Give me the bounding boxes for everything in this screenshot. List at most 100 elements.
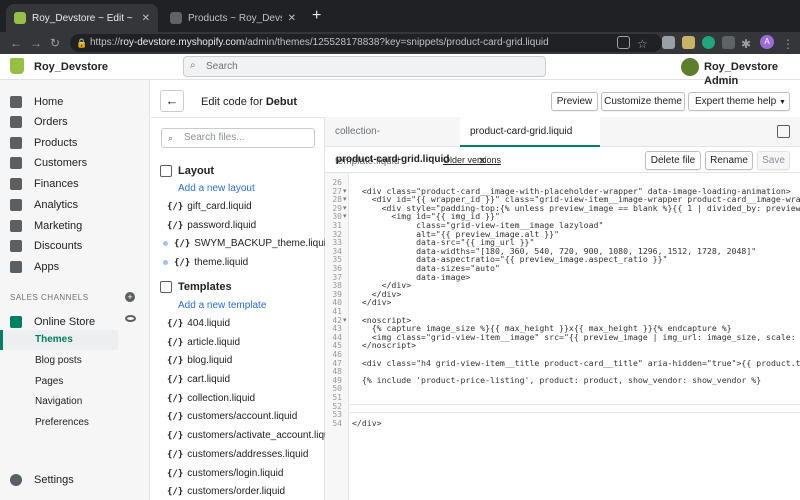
lock-icon[interactable]: 🔒 [76,35,87,51]
url-domain: roy-devstore.myshopify.com [120,37,245,48]
admin-avatar[interactable] [681,58,699,76]
file-name: gift_card.liquid [187,201,252,212]
new-tab-icon[interactable]: + [312,6,321,26]
sidebar-subitem-themes[interactable]: Themes [0,330,118,350]
save-button[interactable]: Save [757,151,790,170]
file-item[interactable]: {/} cart.liquid [163,373,325,387]
expert-help-button[interactable]: Expert theme help ▼ [688,92,790,111]
fold-arrow-icon[interactable]: ▾ [343,316,347,325]
older-versions-link[interactable]: Older versions [443,154,501,166]
sidebar-item-marketing[interactable]: Marketing [10,216,82,236]
file-item[interactable]: {/} gift_card.liquid [163,200,325,214]
sidebar-subitem-navigation[interactable]: Navigation [0,392,118,412]
file-item-modified[interactable]: {/} theme.liquid [163,256,325,270]
sidebar-item-settings[interactable]: Settings [10,470,74,490]
liquid-file-icon: {/} [167,221,184,231]
file-item[interactable]: {/} customers/order.liquid [163,485,325,499]
file-item[interactable]: {/} customers/addresses.liquid [163,448,325,462]
sidebar-item-label: Apps [34,261,60,273]
file-item[interactable]: {/} collection.liquid [163,392,325,406]
finances-icon [10,178,22,190]
liquid-file-icon: {/} [167,412,184,422]
code-line[interactable]: {% include 'product-price-listing', prod… [352,376,800,385]
layout-folder[interactable]: Layout [160,163,214,179]
liquid-file-icon: {/} [167,319,184,329]
file-item[interactable]: {/} article.liquid [163,336,325,350]
sidebar-subitem-preferences[interactable]: Preferences [0,413,118,433]
view-store-eye-icon[interactable] [125,315,136,322]
sidebar-item-finances[interactable]: Finances [10,174,79,194]
preview-button[interactable]: Preview [551,92,598,111]
search-icon: ⌕ [168,133,174,143]
fold-arrow-icon[interactable]: ▾ [343,212,347,221]
code-line[interactable]: </div> [352,298,800,307]
profile-avatar[interactable]: A [760,35,774,49]
file-search-input[interactable]: Search files... [161,128,315,148]
shopify-favicon-icon [170,12,182,24]
reload-icon[interactable]: ↻ [50,34,60,52]
admin-account-name[interactable]: Roy_Devstore Admin [704,60,800,88]
sidebar-item-customers[interactable]: Customers [10,153,87,173]
analytics-icon [10,199,22,211]
back-arrow-icon[interactable]: ← [10,34,22,52]
sidebar-item-apps[interactable]: Apps [10,257,59,277]
back-button[interactable]: ← [160,90,184,112]
add-layout-link[interactable]: Add a new layout [178,182,255,196]
sidebar-item-home[interactable]: Home [10,92,63,112]
close-tab-icon[interactable]: ✕ [142,13,150,24]
liquid-file-icon: {/} [167,202,184,212]
share-icon[interactable] [617,36,630,49]
browser-tab[interactable]: Products ~ Roy_Devstore ✕ [162,4,304,32]
file-item[interactable]: {/} customers/account.liquid [163,410,325,424]
sidebar-item-online-store[interactable]: Online Store [10,312,95,332]
folder-label: Templates [178,281,232,293]
templates-folder[interactable]: Templates [160,279,232,295]
sidebar-item-products[interactable]: Products [10,133,77,153]
modified-dot-icon [163,259,168,265]
close-tab-icon[interactable]: ✕ [288,13,296,24]
admin-search-input[interactable]: Search [183,56,546,77]
file-item[interactable]: {/} password.liquid [163,219,325,233]
sidebar-item-orders[interactable]: Orders [10,112,68,132]
extension-icon[interactable] [722,36,735,49]
file-item-modified[interactable]: {/} SWYM_BACKUP_theme.liquid [163,237,325,251]
discounts-icon [10,240,22,252]
rename-button[interactable]: Rename [705,151,753,170]
sidebar-subitem-pages[interactable]: Pages [0,372,118,392]
file-item[interactable]: {/} customers/activate_account.liquid [163,429,325,443]
file-name: 404.liquid [187,318,231,329]
expert-help-label: Expert theme help [695,96,777,107]
file-item[interactable]: {/} blog.liquid [163,354,325,368]
sidebar-item-label: Marketing [34,220,83,232]
browser-tab-active[interactable]: Roy_Devstore ~ Edit ~ Debut ✕ [6,4,158,32]
code-line[interactable]: <div class="h4 grid-view-item__title pro… [352,359,800,368]
extension-icon[interactable] [702,36,715,49]
add-template-link[interactable]: Add a new template [178,299,266,313]
editor-tab[interactable]: collection-template.liquid [325,117,450,167]
products-icon [10,137,22,149]
liquid-file-icon: {/} [167,338,184,348]
extension-icon[interactable] [662,36,675,49]
code-line[interactable]: </noscript> [352,341,800,350]
sidebar-item-analytics[interactable]: Analytics [10,195,78,215]
sidebar-item-discounts[interactable]: Discounts [10,236,82,256]
bookmark-star-icon[interactable]: ☆ [637,35,648,53]
editor-tab-active[interactable]: product-card-grid.liquid ✕ [460,117,600,167]
file-item[interactable]: {/} 404.liquid [163,317,325,331]
shopify-favicon-icon [14,12,26,24]
code-line[interactable]: </div> [352,419,800,428]
extension-icon[interactable] [682,36,695,49]
delete-file-button[interactable]: Delete file [645,151,701,170]
add-channel-icon[interactable]: + [125,292,135,302]
sidebar-subitem-blog-posts[interactable]: Blog posts [0,351,118,371]
forward-arrow-icon[interactable]: → [30,34,42,52]
file-item[interactable]: {/} customers/login.liquid [163,467,325,481]
customize-theme-button[interactable]: Customize theme [601,92,685,111]
file-name: cart.liquid [187,374,231,385]
online-store-icon [10,316,22,328]
shopify-logo-icon[interactable] [10,58,24,74]
browser-menu-icon[interactable]: ⋮ [782,35,794,53]
extensions-puzzle-icon[interactable]: ✱ [741,35,751,53]
expand-editor-icon[interactable] [777,125,790,138]
url-field[interactable]: https://roy-devstore.myshopify.com/admin… [70,34,662,52]
